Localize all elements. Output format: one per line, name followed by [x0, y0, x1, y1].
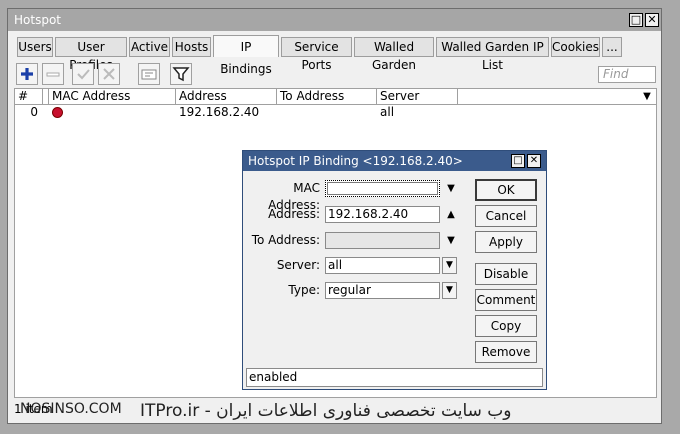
tab-users[interactable]: Users	[17, 37, 53, 57]
ip-binding-dialog: Hotspot IP Binding <192.168.2.40> □ ✕ MA…	[242, 150, 547, 390]
watermark-text: ITPro.ir - وب سایت تخصصی فناوری اطلاعات …	[140, 401, 512, 421]
disable-binding-button[interactable]: Disable	[475, 263, 537, 285]
type-select[interactable]: regular	[325, 282, 440, 299]
mac-address-down-icon[interactable]: ▼	[444, 180, 458, 197]
remove-button[interactable]	[42, 63, 64, 85]
to-address-label: To Address:	[251, 233, 320, 247]
type-label: Type:	[288, 283, 320, 297]
table-header: # MAC Address Address To Address Server …	[15, 89, 656, 105]
mac-address-input[interactable]	[325, 180, 440, 197]
dialog-maximize-icon[interactable]: □	[511, 154, 525, 168]
address-label: Address:	[268, 207, 320, 221]
filter-button[interactable]	[170, 63, 192, 85]
row-to-address	[277, 105, 377, 120]
window-titlebar[interactable]: Hotspot □ ✕	[8, 9, 661, 31]
column-header-mac-address[interactable]: MAC Address	[49, 89, 176, 104]
mac-address-label: MAC Address:	[268, 181, 320, 212]
disable-button[interactable]	[98, 63, 120, 85]
server-label: Server:	[276, 258, 320, 272]
dialog-close-icon[interactable]: ✕	[527, 154, 541, 168]
comment-icon	[141, 69, 157, 80]
tab-walled-garden-ip-list[interactable]: Walled Garden IP List	[436, 37, 549, 72]
comment-binding-button[interactable]: Comment	[475, 289, 537, 311]
tab-walled-garden[interactable]: Walled Garden	[354, 37, 434, 72]
filter-icon	[172, 67, 190, 82]
tab-active[interactable]: Active	[129, 37, 170, 57]
column-header-address[interactable]: Address	[176, 89, 277, 104]
server-dropdown-icon[interactable]: ▼	[442, 257, 457, 274]
maximize-icon[interactable]: □	[629, 13, 643, 27]
column-header-server[interactable]: Server	[377, 89, 458, 104]
address-up-icon[interactable]: ▲	[444, 206, 458, 223]
x-icon	[103, 68, 115, 80]
column-header-number[interactable]: #	[15, 89, 43, 104]
tab-hosts[interactable]: Hosts	[172, 37, 211, 57]
dialog-title: Hotspot IP Binding <192.168.2.40>	[248, 154, 463, 168]
cancel-button[interactable]: Cancel	[475, 205, 537, 227]
copy-button[interactable]: Copy	[475, 315, 537, 337]
watermark: NOSINSO.COM ITPro.ir - وب سایت تخصصی فنا…	[0, 401, 680, 421]
tab-ip-bindings[interactable]: IP Bindings	[213, 35, 279, 76]
comment-button[interactable]	[138, 63, 160, 85]
find-input[interactable]: Find	[598, 66, 656, 83]
dialog-status: enabled	[246, 368, 543, 387]
tab-service-ports[interactable]: Service Ports	[281, 37, 352, 72]
minus-icon	[46, 72, 60, 77]
plus-icon	[21, 68, 33, 80]
column-header-to-address[interactable]: To Address	[277, 89, 377, 104]
dialog-titlebar[interactable]: Hotspot IP Binding <192.168.2.40> □ ✕	[243, 151, 546, 171]
row-server: all	[380, 105, 395, 119]
watermark-left: NOSINSO.COM	[20, 401, 122, 417]
type-dropdown-icon[interactable]: ▼	[442, 282, 457, 299]
row-mac-address	[49, 105, 176, 120]
row-number: 0	[30, 105, 38, 119]
column-menu-chevron-down-icon[interactable]: ▼	[640, 90, 654, 103]
row-address: 192.168.2.40	[179, 105, 260, 119]
tab-more[interactable]: ...	[602, 37, 622, 57]
dynamic-binding-icon	[52, 107, 63, 118]
table-row[interactable]: 0 192.168.2.40 all	[15, 105, 656, 120]
to-address-input[interactable]	[325, 232, 440, 249]
close-icon[interactable]: ✕	[645, 13, 659, 27]
window-title: Hotspot	[14, 13, 61, 27]
ok-button[interactable]: OK	[475, 179, 537, 201]
enable-button[interactable]	[72, 63, 94, 85]
apply-button[interactable]: Apply	[475, 231, 537, 253]
to-address-down-icon[interactable]: ▼	[444, 232, 458, 249]
check-icon	[77, 69, 90, 80]
server-select[interactable]: all	[325, 257, 440, 274]
address-input[interactable]: 192.168.2.40	[325, 206, 440, 223]
tab-user-profiles[interactable]: User Profiles	[55, 37, 127, 72]
add-button[interactable]	[16, 63, 38, 85]
tab-cookies[interactable]: Cookies	[551, 37, 600, 57]
remove-binding-button[interactable]: Remove	[475, 341, 537, 363]
